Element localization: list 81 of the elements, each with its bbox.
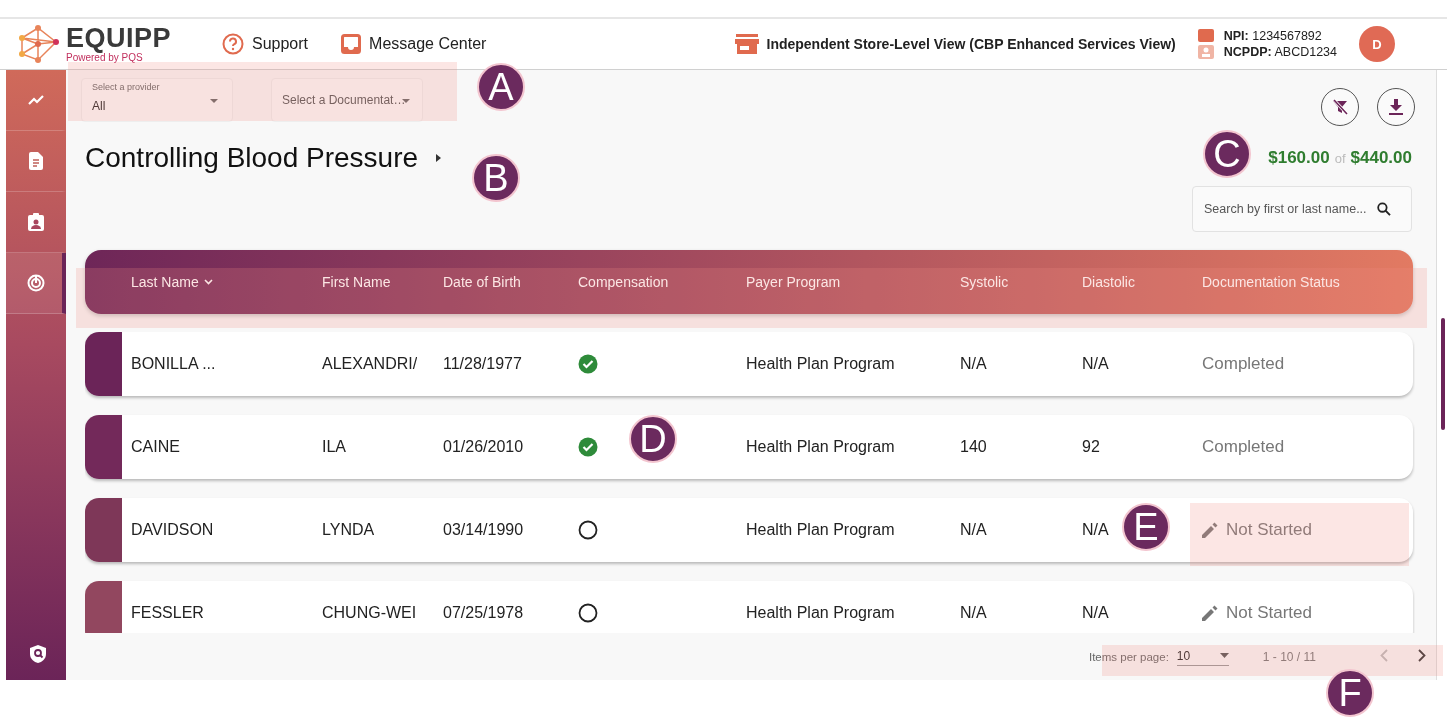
inbox-icon bbox=[341, 34, 362, 54]
shield-search-icon bbox=[30, 645, 46, 663]
table-cell: N/A bbox=[960, 521, 987, 539]
search-icon bbox=[1377, 202, 1391, 216]
provider-select[interactable]: Select a provider All bbox=[81, 78, 233, 122]
column-header[interactable]: Compensation bbox=[578, 274, 669, 290]
caret-right-icon[interactable] bbox=[436, 154, 442, 162]
table-cell: 11/28/1977 bbox=[443, 355, 522, 373]
pencil-icon bbox=[1202, 522, 1218, 538]
table-row[interactable]: BONILLA ... ALEXANDRI/ 11/28/1977 Health Plan Program N/A N/A Completed bbox=[85, 332, 1413, 396]
table-cell: ALEXANDRI/ bbox=[322, 355, 418, 373]
message-center-link[interactable]: Message Center bbox=[341, 34, 487, 54]
column-header[interactable]: Payer Program bbox=[746, 274, 841, 290]
invoice-icon bbox=[29, 152, 43, 170]
user-avatar[interactable]: D bbox=[1359, 26, 1395, 62]
table-cell: DAVIDSON bbox=[131, 521, 214, 539]
table-cell: 01/26/2010 bbox=[443, 438, 524, 456]
sidebar-item[interactable] bbox=[6, 253, 66, 314]
table-cell: N/A bbox=[960, 604, 987, 622]
of-text: of bbox=[1334, 150, 1346, 166]
table-cell: 03/14/1990 bbox=[443, 521, 524, 539]
clipboard-person-icon bbox=[28, 213, 44, 231]
table-cell: Health Plan Program bbox=[746, 604, 895, 622]
caret-icon bbox=[1219, 653, 1229, 658]
download-button[interactable] bbox=[1377, 88, 1415, 126]
trend-chart-icon bbox=[28, 94, 44, 106]
help-icon bbox=[222, 33, 244, 55]
chevron-right-icon bbox=[1418, 649, 1426, 662]
page-range: 1 - 10 / 11 bbox=[1262, 650, 1316, 664]
store-icon bbox=[734, 33, 759, 55]
column-header[interactable]: First Name bbox=[322, 274, 391, 290]
table-cell: BONILLA ... bbox=[131, 355, 216, 373]
table-cell: Health Plan Program bbox=[746, 521, 895, 539]
table-cell: CHUNG-WEI bbox=[322, 604, 417, 622]
download-icon bbox=[1389, 99, 1403, 115]
edit-status-link[interactable]: Not Started bbox=[1202, 520, 1312, 540]
column-header[interactable]: Documentation Status bbox=[1202, 274, 1340, 290]
documentation-select[interactable]: Select a Documentat… bbox=[271, 78, 423, 122]
table-cell: N/A bbox=[1082, 355, 1109, 373]
npi-text: NPI: 1234567892 bbox=[1223, 28, 1323, 44]
items-per-page-select[interactable]: 10 bbox=[1176, 648, 1229, 666]
status-text: Completed bbox=[1202, 354, 1285, 374]
caret-icon bbox=[402, 99, 410, 103]
earned-amount: $160.00 bbox=[1268, 148, 1330, 168]
column-header[interactable]: Systolic bbox=[960, 274, 1009, 290]
brand-name: EQUIPP bbox=[66, 25, 172, 52]
chevron-left-icon bbox=[1380, 649, 1388, 662]
search-field[interactable]: Search by first or last name... bbox=[1192, 186, 1412, 232]
items-per-page-label: Items per page: bbox=[1088, 651, 1169, 663]
status-text: Completed bbox=[1202, 437, 1285, 457]
caret-icon bbox=[210, 99, 218, 103]
column-header[interactable]: Diastolic bbox=[1082, 274, 1135, 290]
total-amount: $440.00 bbox=[1350, 148, 1412, 168]
column-header[interactable]: Last Name bbox=[131, 274, 213, 290]
support-link[interactable]: Support bbox=[222, 33, 309, 55]
network-logo-icon bbox=[16, 24, 60, 64]
table-cell: Health Plan Program bbox=[746, 355, 895, 373]
table-cell: LYNDA bbox=[322, 521, 375, 539]
table-cell: 92 bbox=[1082, 438, 1100, 456]
id-badge-icon bbox=[1197, 45, 1214, 59]
table-cell: ILA bbox=[322, 438, 346, 456]
table-cell: Health Plan Program bbox=[746, 438, 895, 456]
store-view-label: Independent Store-Level View (CBP Enhanced Services View) bbox=[766, 36, 1176, 52]
table-cell: FESSLER bbox=[131, 604, 204, 622]
search-input[interactable]: Search by first or last name... bbox=[1202, 201, 1374, 217]
table-row[interactable]: FESSLER CHUNG-WEI 07/25/1978 Health Plan Program N/A N/A Not Started bbox=[85, 581, 1413, 633]
page-title: Controlling Blood Pressure bbox=[85, 142, 419, 174]
table-cell: N/A bbox=[960, 355, 987, 373]
table-cell: N/A bbox=[1082, 604, 1109, 622]
table-cell: 07/25/1978 bbox=[443, 604, 524, 622]
pencil-icon bbox=[1202, 605, 1218, 621]
clear-filter-button[interactable] bbox=[1321, 88, 1359, 126]
table-cell: N/A bbox=[1082, 521, 1109, 539]
brand-tagline: Powered by PQS bbox=[66, 53, 143, 63]
table-cell: 140 bbox=[960, 438, 987, 456]
edit-status-link[interactable]: Not Started bbox=[1202, 603, 1312, 623]
table-cell: CAINE bbox=[131, 438, 180, 456]
filter-off-icon bbox=[1332, 99, 1348, 115]
ncpdp-text: NCPDP: ABCD1234 bbox=[1223, 44, 1337, 60]
callout-marker: F bbox=[1326, 669, 1374, 717]
column-header[interactable]: Date of Birth bbox=[443, 274, 521, 290]
